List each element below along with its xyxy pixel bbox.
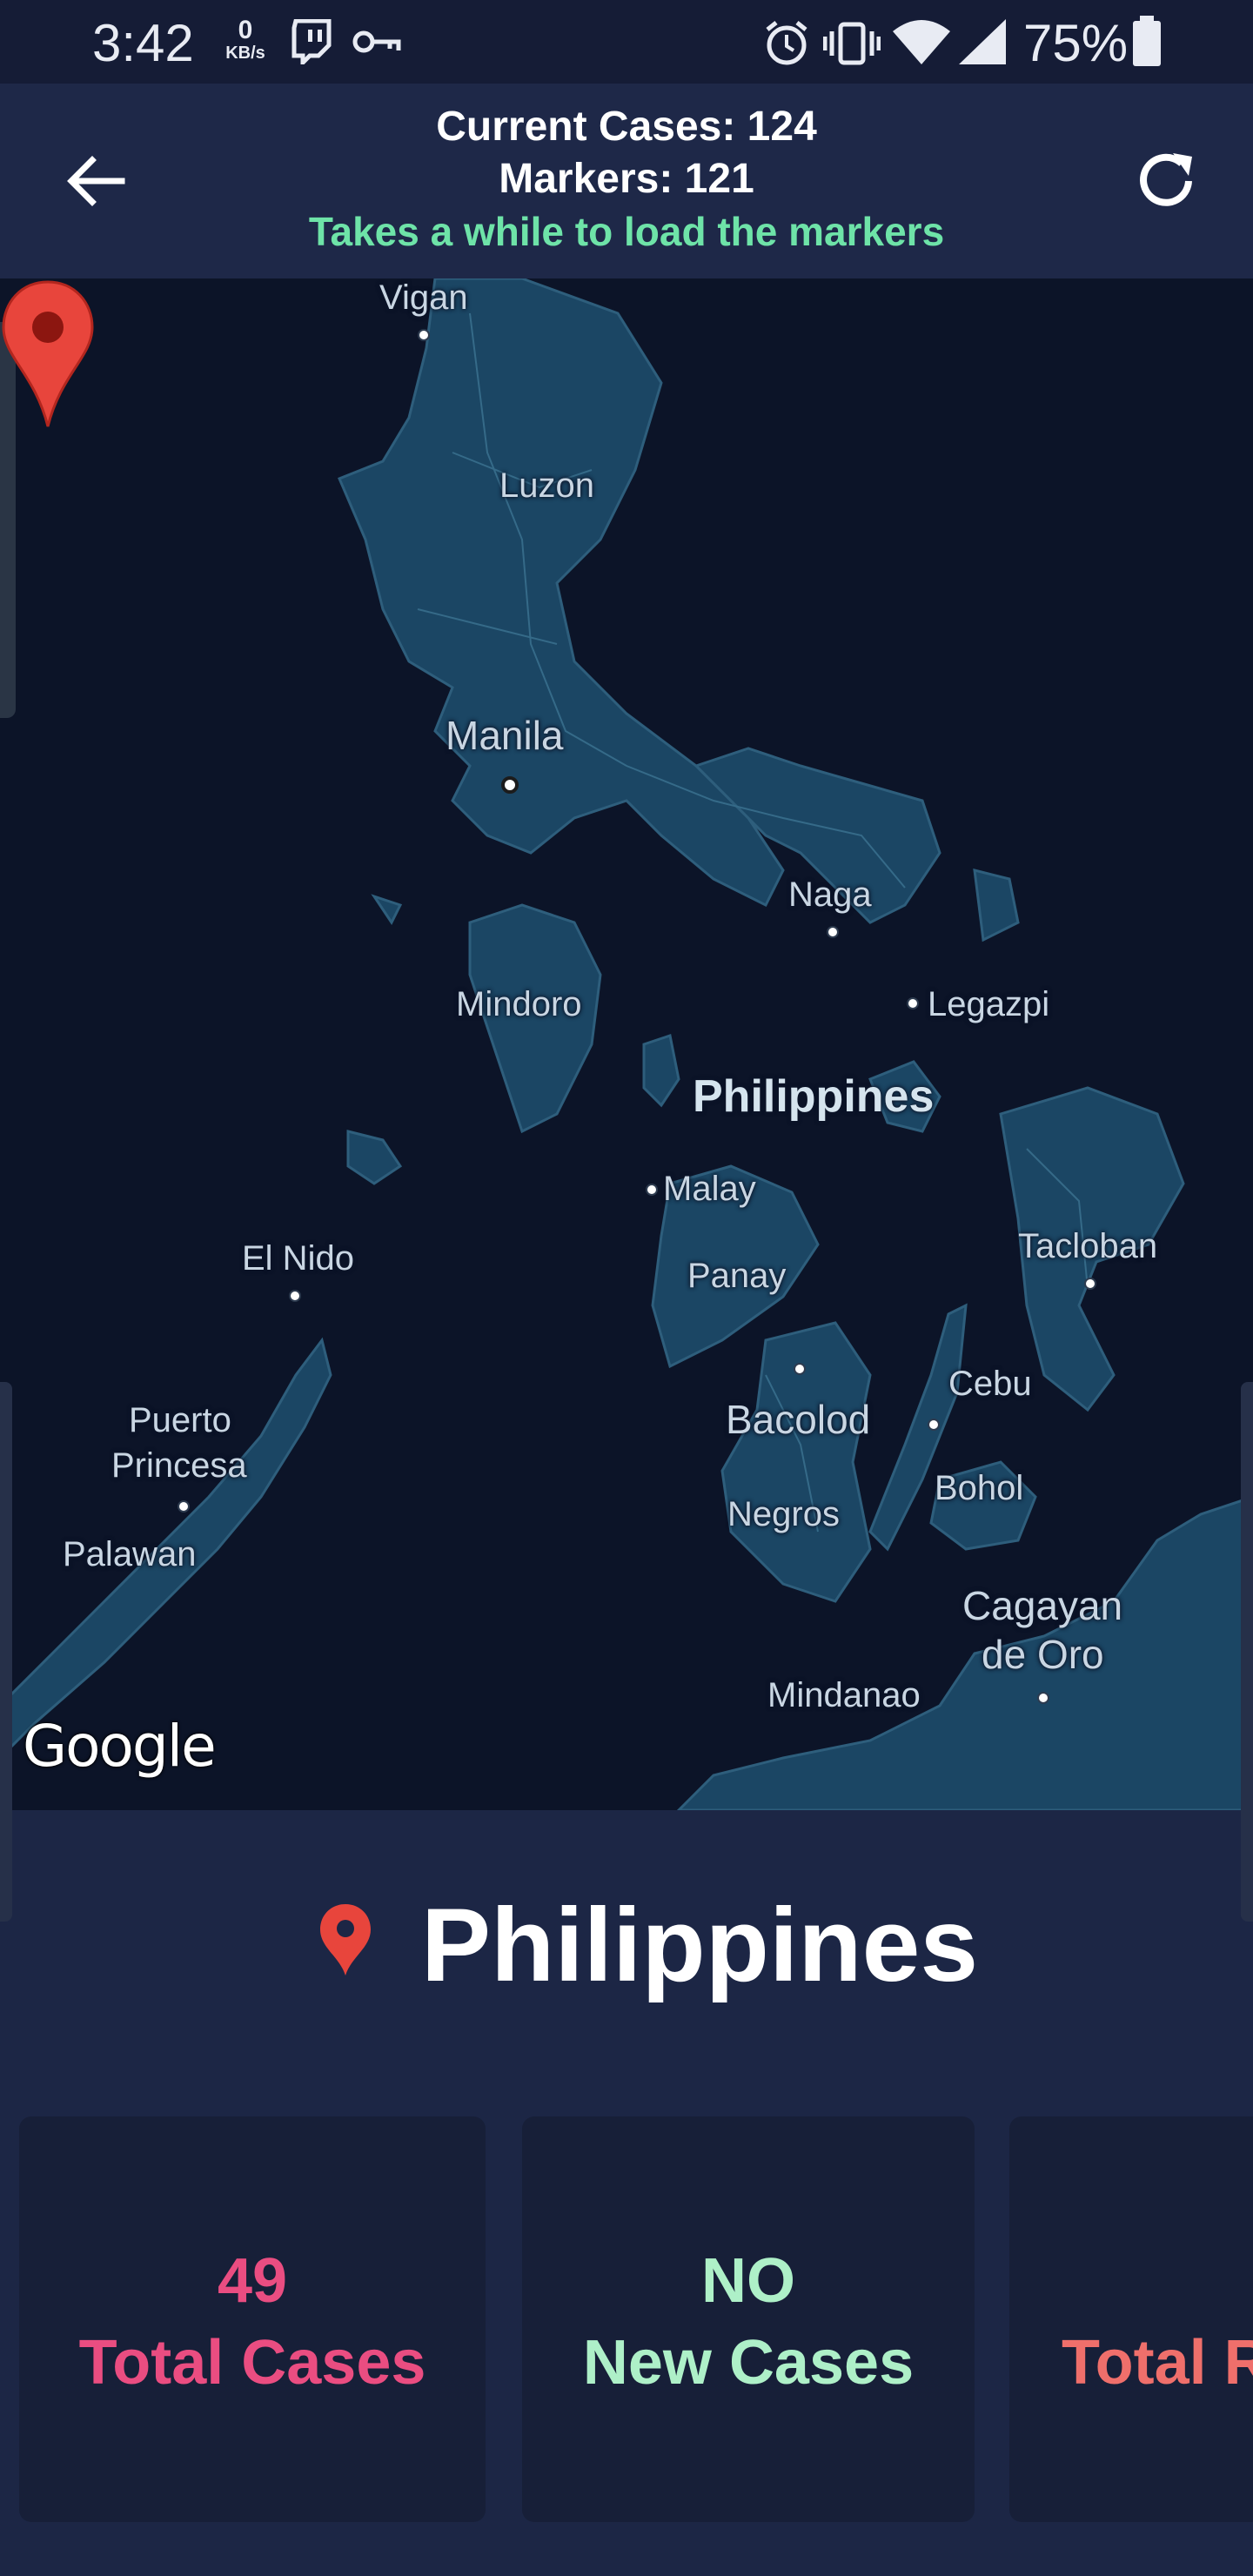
stat-card-total-cases[interactable]: 49 Total Cases [19,2116,486,2522]
twitch-icon [291,19,332,64]
map-label-el-nido: El Nido [242,1239,354,1278]
markers-count-text: Markers: 121 [499,156,754,202]
stat-value: 49 [217,2246,288,2316]
status-bar: 3:42 0 KB/s 75% [0,0,1253,84]
app-bar: Current Cases: 124 Markers: 121 Takes a … [0,84,1253,278]
stat-value: NO [701,2246,795,2316]
map-label-bohol: Bohol [935,1469,1024,1507]
city-dot [928,1419,940,1431]
header-info: Current Cases: 124 Markers: 121 Takes a … [226,101,1027,258]
network-speed-unit: KB/s [225,44,265,63]
stat-label: Total R [1062,2328,1253,2398]
city-dot [907,997,919,1010]
map-label-mindanao: Mindanao [767,1676,921,1714]
city-dot [827,926,839,938]
network-speed: 0 KB/s [219,16,271,64]
map-label-manila: Manila [446,713,564,758]
stat-value [1062,2240,1253,2322]
stat-label: Total Cases [78,2328,426,2398]
city-dot [418,329,430,341]
map-pin-marker[interactable] [0,278,96,431]
map-label-naga: Naga [788,875,872,914]
stat-card-new-cases[interactable]: NO New Cases [522,2116,975,2522]
city-dot [178,1500,190,1513]
arrow-left-icon[interactable] [61,144,134,218]
map-label-de-oro: de Oro [982,1632,1104,1677]
stat-text: NO New Cases [522,2240,975,2404]
city-dot [794,1363,806,1375]
map-label-malay: Malay [663,1170,756,1208]
city-dot [646,1184,658,1196]
network-speed-value: 0 [238,16,253,44]
map-label-panay: Panay [687,1257,787,1295]
map-label-puerto: Puerto [129,1401,231,1439]
wifi-icon [893,20,950,64]
signal-icon [959,19,1006,64]
map-label-bacolod: Bacolod [726,1397,871,1442]
key-icon [352,30,401,53]
left-edge-indicator [0,1382,12,1922]
map-label-tacloban: Tacloban [1018,1227,1158,1265]
map-label-vigan: Vigan [379,278,468,317]
map-label-philippines: Philippines [693,1071,935,1122]
status-time: 3:42 [92,14,194,72]
map-label-mindoro: Mindoro [456,985,582,1023]
map-label-princesa: Princesa [111,1446,247,1485]
map-label-legazpi: Legazpi [928,985,1050,1023]
country-name: Philippines [421,1887,979,2003]
city-dot-manila [501,776,519,794]
current-cases-text: Current Cases: 124 [436,104,817,150]
loading-note: Takes a while to load the markers [308,209,945,254]
map-label-negros: Negros [727,1495,840,1533]
city-dot [1037,1692,1049,1704]
map-label-palawan: Palawan [63,1535,197,1573]
city-dot [289,1290,301,1302]
map-label-cagayan: Cagayan [962,1583,1123,1628]
stat-text: 49 Total Cases [19,2240,486,2404]
stat-text: Total R [1062,2240,1253,2404]
stat-label: New Cases [582,2328,915,2398]
battery-icon [1133,16,1161,66]
vibrate-icon [823,22,881,65]
stat-card-total-recovered[interactable]: Total R [1009,2116,1253,2522]
alarm-icon [766,21,807,65]
refresh-icon[interactable] [1131,144,1204,218]
battery-percentage: 75% [1023,14,1129,72]
map-canvas [0,278,1253,1810]
right-edge-indicator [1241,1382,1253,1922]
country-header: Philippines [0,1862,1253,2019]
location-pin-icon [320,1904,371,1976]
city-dot [1084,1278,1096,1290]
map-label-luzon: Luzon [499,466,594,505]
google-attribution: Google [23,1713,217,1780]
map-label-cebu: Cebu [948,1365,1032,1403]
map-view[interactable]: Vigan Luzon Manila Naga Legazpi Mindoro … [0,278,1253,1810]
